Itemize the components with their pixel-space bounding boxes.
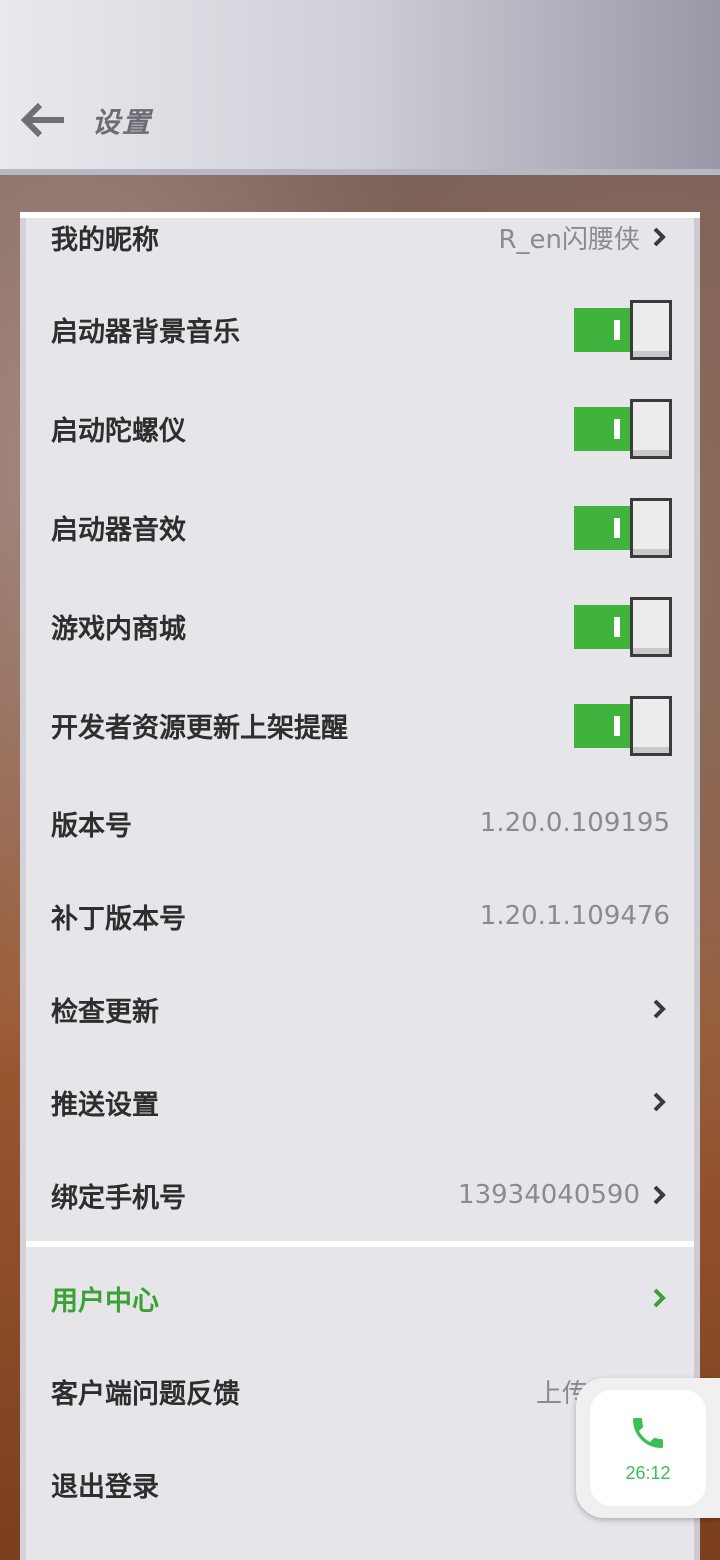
back-button[interactable] bbox=[18, 98, 68, 142]
logout-label: 退出登录 bbox=[51, 1471, 159, 1503]
toggle-row-bg-music: 启动器背景音乐 bbox=[26, 288, 694, 370]
chevron-right-icon bbox=[653, 1185, 666, 1205]
version-value: 1.20.0.109195 bbox=[479, 808, 670, 838]
toggle-label: 开发者资源更新上架提醒 bbox=[51, 712, 348, 744]
chevron-right-icon bbox=[653, 999, 666, 1019]
toggle-label: 游戏内商城 bbox=[51, 613, 186, 645]
toggle-row-in-game-store: 游戏内商城 bbox=[26, 585, 694, 667]
version-label: 版本号 bbox=[51, 810, 132, 842]
nickname-value: R_en闪腰侠 bbox=[498, 224, 640, 255]
toggle-row-gyroscope: 启动陀螺仪 bbox=[26, 387, 694, 469]
version-row: 版本号 1.20.0.109195 bbox=[26, 788, 694, 858]
patch-version-value: 1.20.1.109476 bbox=[479, 901, 670, 931]
push-settings-row[interactable]: 推送设置 bbox=[26, 1067, 694, 1137]
settings-panel: 我的昵称 R_en闪腰侠 启动器背景音乐 启动陀螺仪 启动器音效 游戏内商城 开… bbox=[20, 212, 700, 1560]
nickname-row[interactable]: 我的昵称 R_en闪腰侠 bbox=[26, 218, 694, 256]
patch-version-row: 补丁版本号 1.20.1.109476 bbox=[26, 881, 694, 951]
in-game-store-toggle[interactable] bbox=[574, 597, 672, 657]
toggle-label: 启动器背景音乐 bbox=[51, 316, 240, 348]
check-update-label: 检查更新 bbox=[51, 996, 159, 1028]
toggle-row-dev-resource-alert: 开发者资源更新上架提醒 bbox=[26, 684, 694, 766]
sound-effects-toggle[interactable] bbox=[574, 498, 672, 558]
bind-phone-value: 13934040590 bbox=[458, 1180, 640, 1210]
toggle-label: 启动陀螺仪 bbox=[51, 415, 186, 447]
call-button[interactable]: 26:12 bbox=[590, 1390, 706, 1506]
bind-phone-label: 绑定手机号 bbox=[51, 1182, 186, 1214]
chevron-right-icon bbox=[653, 1288, 666, 1308]
bind-phone-row[interactable]: 绑定手机号 13934040590 bbox=[26, 1160, 694, 1230]
check-update-row[interactable]: 检查更新 bbox=[26, 974, 694, 1044]
push-settings-label: 推送设置 bbox=[51, 1089, 159, 1121]
phone-icon bbox=[633, 1417, 663, 1448]
chevron-right-icon bbox=[653, 227, 666, 247]
bg-music-toggle[interactable] bbox=[574, 300, 672, 360]
arrow-left-icon bbox=[20, 102, 64, 138]
gyroscope-toggle[interactable] bbox=[574, 399, 672, 459]
section-divider bbox=[26, 1241, 694, 1247]
patch-version-label: 补丁版本号 bbox=[51, 903, 186, 935]
user-center-label: 用户中心 bbox=[51, 1285, 159, 1317]
chevron-right-icon bbox=[653, 1092, 666, 1112]
nickname-label: 我的昵称 bbox=[51, 224, 159, 256]
top-bar: 设置 bbox=[0, 0, 720, 175]
dev-resource-alert-toggle[interactable] bbox=[574, 696, 672, 756]
page-title: 设置 bbox=[92, 106, 153, 139]
floating-call-widget: 26:12 bbox=[576, 1378, 720, 1518]
toggle-label: 启动器音效 bbox=[51, 514, 186, 546]
user-center-row[interactable]: 用户中心 bbox=[26, 1263, 694, 1333]
toggle-row-sound-effects: 启动器音效 bbox=[26, 486, 694, 568]
call-duration: 26:12 bbox=[625, 1462, 671, 1483]
feedback-label: 客户端问题反馈 bbox=[51, 1378, 240, 1410]
